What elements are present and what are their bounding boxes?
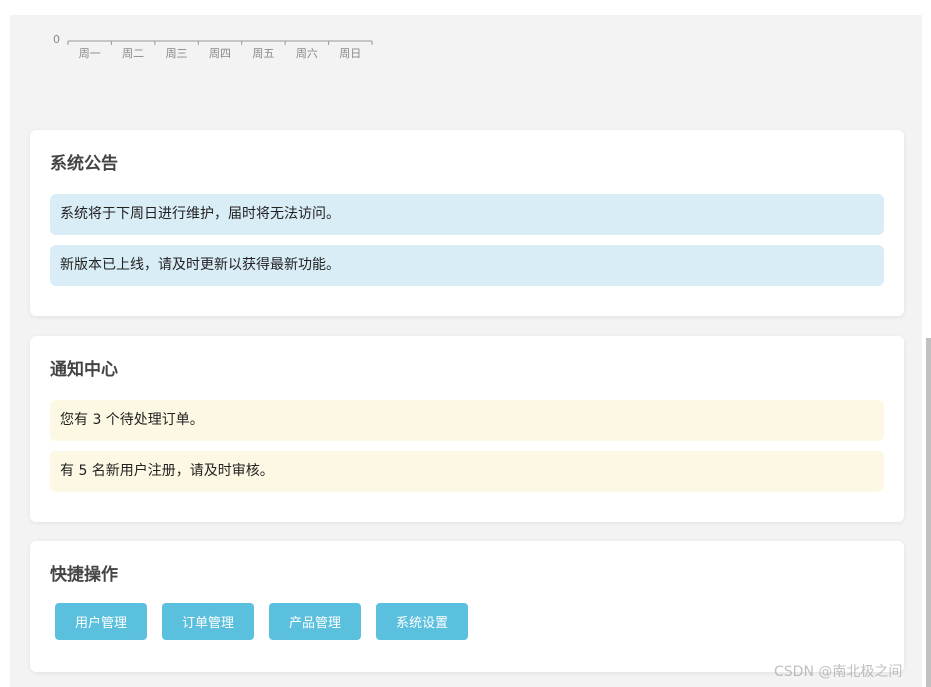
- quick-actions-title: 快捷操作: [50, 565, 118, 585]
- order-management-button[interactable]: 订单管理: [162, 603, 255, 640]
- y-tick-label: 0: [53, 33, 60, 46]
- product-management-button[interactable]: 产品管理: [269, 603, 362, 640]
- x-tick-label: 周三: [166, 47, 188, 60]
- notification-item: 您有 3 个待处理订单。: [50, 400, 884, 441]
- announcement-item: 新版本已上线，请及时更新以获得最新功能。: [50, 245, 884, 286]
- announcement-item: 系统将于下周日进行维护，届时将无法访问。: [50, 194, 884, 235]
- notification-title: 通知中心: [50, 360, 118, 380]
- x-tick-label: 周一: [79, 47, 101, 60]
- x-tick-label: 周日: [339, 47, 361, 60]
- x-tick-label: 周五: [252, 47, 274, 60]
- dashboard-viewport: 0 周一 周二 周三 周四 周五 周六 周日 系统公告 系统将于下周日进行维护，届时将无法访问…: [10, 15, 922, 687]
- x-tick-label: 周六: [296, 47, 318, 60]
- system-settings-button[interactable]: 系统设置: [376, 603, 469, 640]
- notification-item: 有 5 名新用户注册，请及时审核。: [50, 451, 884, 492]
- x-tick-label: 周二: [122, 47, 144, 60]
- page-scrollbar[interactable]: [926, 338, 931, 687]
- weekly-chart: 0 周一 周二 周三 周四 周五 周六 周日: [53, 33, 373, 60]
- announcement-title: 系统公告: [50, 154, 118, 174]
- user-management-button[interactable]: 用户管理: [55, 603, 148, 640]
- notification-card: 通知中心 您有 3 个待处理订单。 有 5 名新用户注册，请及时审核。: [30, 336, 904, 522]
- x-tick-label: 周四: [209, 47, 231, 60]
- announcement-card: 系统公告 系统将于下周日进行维护，届时将无法访问。 新版本已上线，请及时更新以获…: [30, 130, 904, 316]
- csdn-watermark: CSDN @南北极之间: [774, 664, 903, 680]
- quick-actions-card: 快捷操作 用户管理 订单管理 产品管理 系统设置: [30, 541, 904, 672]
- weekly-chart-area: 0 周一 周二 周三 周四 周五 周六 周日: [10, 15, 922, 115]
- quick-actions-row: 用户管理 订单管理 产品管理 系统设置: [50, 603, 884, 640]
